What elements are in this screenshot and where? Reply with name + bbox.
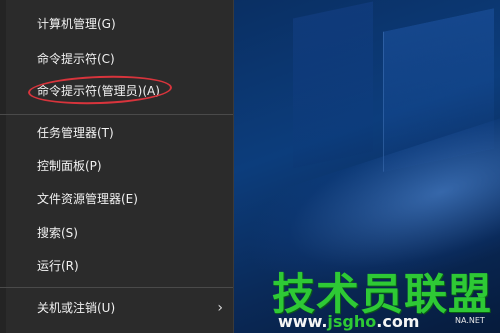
desktop-light-panel xyxy=(293,1,373,169)
menu-item-label: 关机或注销(U) xyxy=(37,301,116,315)
watermark-url-main: jsgho xyxy=(327,312,377,331)
menu-item-computer-management[interactable]: 计算机管理(G) xyxy=(0,12,233,36)
winx-context-menu: 计算机管理(G) 命令提示符(C) 命令提示符(管理员)(A) 任务管理器(T)… xyxy=(0,0,234,333)
menu-item-label: 运行(R) xyxy=(37,259,79,273)
menu-item-label: 控制面板(P) xyxy=(37,159,102,173)
menu-item-control-panel[interactable]: 控制面板(P) xyxy=(0,154,233,178)
chevron-right-icon: › xyxy=(217,300,223,316)
menu-item-label: 计算机管理(G) xyxy=(37,17,116,31)
menu-item-search[interactable]: 搜索(S) xyxy=(0,221,233,245)
watermark-url: www.jsgho.com xyxy=(278,312,419,331)
watermark-small-text: NA.NET xyxy=(455,316,485,325)
menu-item-run[interactable]: 运行(R) xyxy=(0,254,233,278)
menu-item-task-manager[interactable]: 任务管理器(T) xyxy=(0,121,233,145)
menu-item-label: 任务管理器(T) xyxy=(37,126,114,140)
menu-item-label: 搜索(S) xyxy=(37,226,78,240)
menu-item-file-explorer[interactable]: 文件资源管理器(E) xyxy=(0,187,233,211)
menu-item-label: 命令提示符(C) xyxy=(37,52,115,66)
menu-item-shutdown-signout[interactable]: 关机或注销(U) › xyxy=(0,296,233,320)
menu-item-command-prompt[interactable]: 命令提示符(C) xyxy=(0,47,233,71)
menu-separator xyxy=(0,287,233,288)
menu-item-label: 文件资源管理器(E) xyxy=(37,192,138,206)
watermark-url-suffix: .com xyxy=(376,312,420,331)
watermark-url-prefix: www. xyxy=(278,312,328,331)
menu-separator xyxy=(0,114,233,115)
